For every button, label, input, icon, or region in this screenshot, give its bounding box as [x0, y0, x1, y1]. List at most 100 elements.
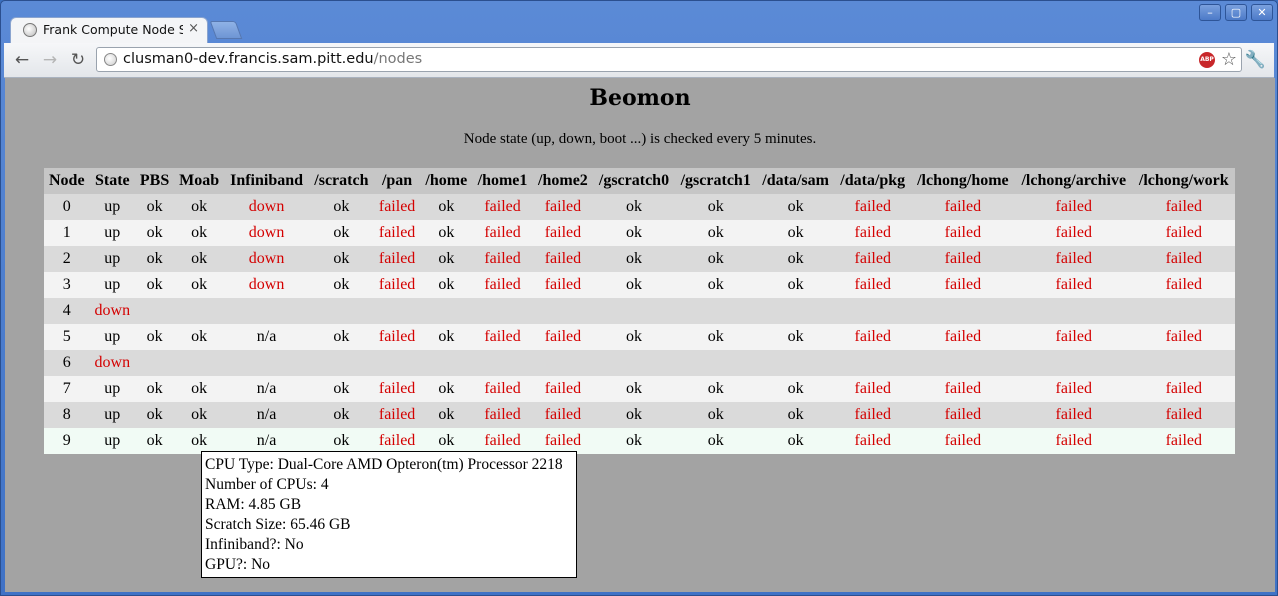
adblock-icon[interactable]: ABP [1199, 52, 1215, 68]
node-info-tooltip: CPU Type: Dual-Core AMD Opteron(tm) Proc… [201, 451, 577, 578]
back-arrow-icon[interactable]: ← [12, 50, 32, 70]
table-cell [1014, 298, 1133, 324]
table-cell: down [224, 246, 309, 272]
table-cell: failed [532, 220, 594, 246]
column-header: /home2 [532, 168, 594, 194]
table-cell: ok [308, 194, 374, 220]
maximize-button[interactable]: ▢ [1225, 4, 1247, 21]
table-cell: ok [420, 246, 473, 272]
table-cell: n/a [224, 376, 309, 402]
table-cell: ok [420, 402, 473, 428]
table-cell: up [89, 402, 136, 428]
table-cell [174, 298, 225, 324]
tooltip-line: Infiniband?: No [205, 536, 304, 553]
table-cell: 1 [44, 220, 90, 246]
table-cell: failed [1132, 376, 1235, 402]
address-bar[interactable]: clusman0-dev.francis.sam.pitt.edu/nodes … [96, 47, 1242, 72]
table-cell [472, 298, 533, 324]
tooltip-line: Scratch Size: 65.46 GB [205, 516, 351, 533]
table-cell: failed [1132, 194, 1235, 220]
table-cell: ok [593, 272, 675, 298]
star-icon[interactable]: ☆ [1221, 49, 1237, 70]
table-cell: failed [373, 246, 421, 272]
table-cell: 9 [44, 428, 90, 454]
table-row[interactable]: 7 up ok ok n/a ok failed ok failed failed ok ok ok fa… [44, 376, 1235, 402]
table-cell: ok [674, 272, 757, 298]
table-cell: failed [373, 402, 421, 428]
table-cell: ok [135, 402, 175, 428]
table-cell: failed [910, 402, 1015, 428]
table-cell: ok [308, 402, 374, 428]
table-cell: ok [308, 246, 374, 272]
column-header: /data/pkg [834, 168, 911, 194]
table-cell: failed [834, 194, 911, 220]
table-cell: down [224, 272, 309, 298]
table-cell: up [89, 272, 136, 298]
table-cell [756, 298, 835, 324]
tab-strip: Frank Compute Node S × – ▢ ✕ [1, 1, 1277, 43]
table-cell: failed [373, 376, 421, 402]
table-cell: failed [910, 246, 1015, 272]
table-cell [532, 298, 594, 324]
tab-active[interactable]: Frank Compute Node S × [10, 17, 208, 43]
url-path: /nodes [373, 51, 423, 67]
url-text: clusman0-dev.francis.sam.pitt.edu/nodes [123, 51, 422, 67]
close-window-button[interactable]: ✕ [1251, 4, 1273, 21]
column-header: /lchong/work [1132, 168, 1235, 194]
table-cell: failed [834, 246, 911, 272]
table-cell: failed [1014, 246, 1133, 272]
table-cell: ok [174, 376, 225, 402]
column-header: /home [420, 168, 473, 194]
table-cell: 3 [44, 272, 90, 298]
table-row[interactable]: 2 up ok ok down ok failed ok failed failed ok ok ok f… [44, 246, 1235, 272]
forward-arrow-icon[interactable]: → [40, 50, 60, 70]
table-cell: down [224, 220, 309, 246]
page-title: Beomon [589, 85, 691, 111]
table-cell: failed [532, 194, 594, 220]
table-cell: ok [593, 376, 675, 402]
minimize-button[interactable]: – [1199, 4, 1221, 21]
table-cell: ok [174, 246, 225, 272]
new-tab-button[interactable] [209, 21, 243, 39]
table-row[interactable]: 3 up ok ok down ok failed ok failed failed ok ok ok f… [44, 272, 1235, 298]
table-cell: failed [532, 376, 594, 402]
table-cell: up [89, 220, 136, 246]
table-cell: ok [308, 220, 374, 246]
column-header: /lchong/archive [1014, 168, 1133, 194]
page-note: Node state (up, down, boot ...) is check… [463, 131, 817, 147]
table-cell: down [89, 298, 136, 324]
table-cell: ok [756, 428, 835, 454]
column-header: /pan [373, 168, 421, 194]
table-cell: ok [756, 402, 835, 428]
table-cell: ok [420, 194, 473, 220]
table-body: 0 up ok ok down ok failed ok failed failed ok ok ok f… [44, 194, 1235, 454]
table-cell: failed [1014, 428, 1133, 454]
table-cell: failed [910, 324, 1015, 350]
table-row[interactable]: 1 up ok ok down ok failed ok failed failed ok ok ok f… [44, 220, 1235, 246]
table-cell: up [89, 376, 136, 402]
table-row[interactable]: 0 up ok ok down ok failed ok failed failed ok ok ok f… [44, 194, 1235, 220]
wrench-icon[interactable]: 🔧 [1245, 50, 1266, 70]
table-cell: failed [472, 324, 533, 350]
table-cell: failed [373, 272, 421, 298]
table-cell: failed [910, 428, 1015, 454]
table-cell: failed [472, 194, 533, 220]
table-cell: failed [373, 194, 421, 220]
tooltip-line: CPU Type: Dual-Core AMD Opteron(tm) Proc… [205, 456, 563, 473]
table-row[interactable]: 5 up ok ok n/a ok failed ok failed failed ok ok ok fa… [44, 324, 1235, 350]
column-header: Infiniband [224, 168, 309, 194]
table-cell: down [224, 194, 309, 220]
table-cell: ok [756, 324, 835, 350]
table-cell [532, 350, 594, 376]
table-row[interactable]: 6 down [44, 350, 1235, 376]
table-cell: ok [420, 376, 473, 402]
table-cell: 5 [44, 324, 90, 350]
table-cell: ok [756, 220, 835, 246]
table-row[interactable]: 4 down [44, 298, 1235, 324]
table-row[interactable]: 8 up ok ok n/a ok failed ok failed failed ok ok ok fa… [44, 402, 1235, 428]
close-tab-icon[interactable]: × [188, 21, 199, 36]
column-header: State [89, 168, 136, 194]
table-cell: failed [532, 272, 594, 298]
table-cell [373, 350, 421, 376]
reload-icon[interactable]: ↻ [68, 50, 88, 70]
